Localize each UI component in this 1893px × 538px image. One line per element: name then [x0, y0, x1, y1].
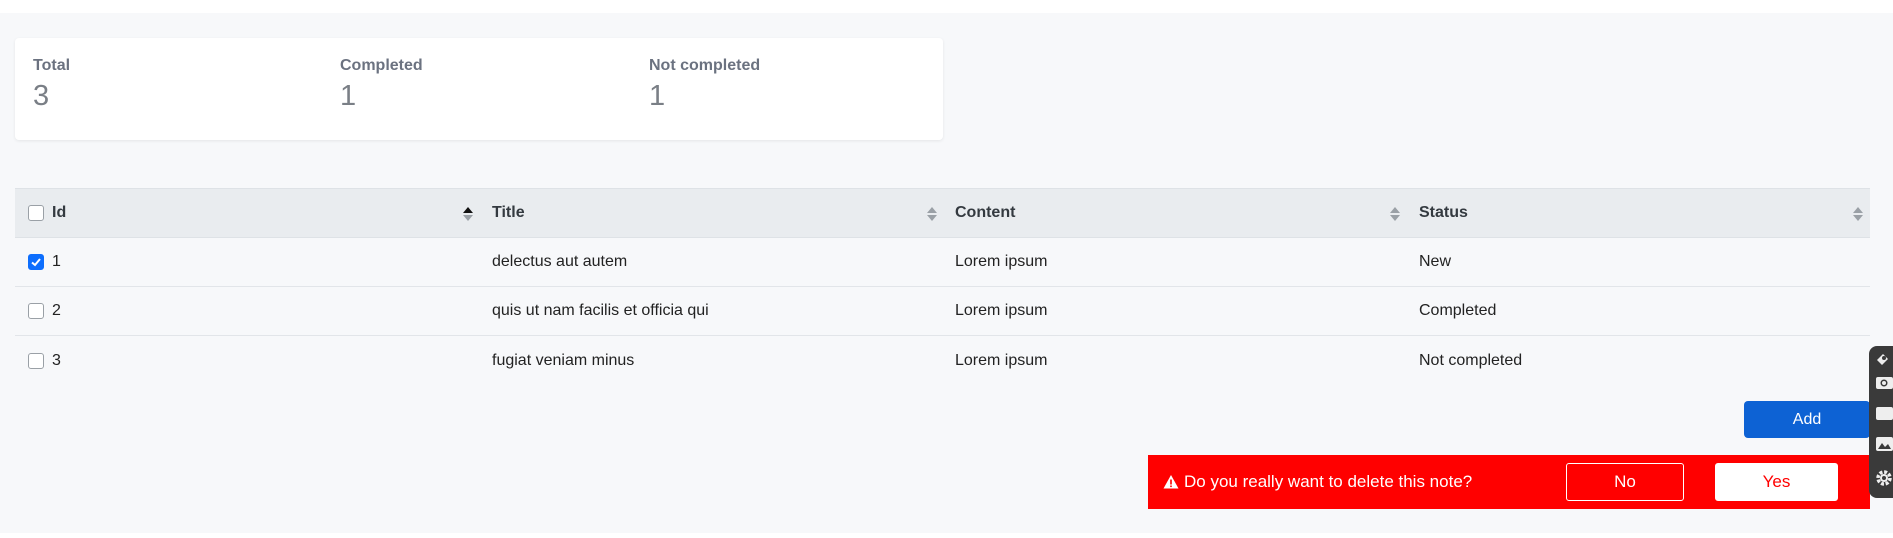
warning-icon	[1163, 475, 1179, 489]
header-title-label: Title	[492, 204, 525, 221]
table-row[interactable]: 3 fugiat veniam minus Lorem ipsum Not co…	[15, 336, 1870, 385]
sort-icon[interactable]	[1389, 205, 1401, 223]
row-title: fugiat veniam minus	[492, 351, 635, 369]
row-checkbox[interactable]	[28, 303, 44, 319]
confirm-no-button[interactable]: No	[1566, 463, 1684, 501]
stat-completed-value: 1	[340, 80, 357, 112]
add-button[interactable]: Add	[1744, 401, 1870, 438]
row-id-cell: 1	[28, 238, 61, 286]
row-id-cell: 3	[28, 336, 61, 385]
header-id-label: Id	[52, 204, 67, 221]
stat-not-completed-label: Not completed	[649, 57, 761, 74]
stat-not-completed-value: 1	[649, 80, 666, 112]
row-content: Lorem ipsum	[955, 351, 1048, 369]
row-status: New	[1419, 253, 1452, 270]
table-header: Id Title Content Status	[15, 188, 1870, 238]
row-id: 1	[52, 253, 61, 270]
stats-card: Total 3 Completed 1 Not completed 1	[15, 38, 943, 140]
page-content: Total 3 Completed 1 Not completed 1 Id T…	[0, 13, 1893, 533]
stat-total-label: Total	[33, 57, 71, 74]
row-status: Completed	[1419, 302, 1497, 319]
row-title: delectus aut autem	[492, 253, 628, 270]
row-status: Not completed	[1419, 351, 1523, 369]
side-toolbar	[1869, 346, 1893, 498]
sort-icon[interactable]	[926, 205, 938, 223]
row-checkbox[interactable]	[28, 352, 44, 369]
confirm-yes-button[interactable]: Yes	[1715, 463, 1838, 501]
camera-icon[interactable]	[1874, 372, 1893, 391]
confirm-message-text: Do you really want to delete this note?	[1184, 472, 1473, 491]
row-checkbox[interactable]	[28, 254, 44, 270]
header-content[interactable]: Content	[955, 189, 1015, 237]
stat-completed-label: Completed	[340, 57, 423, 74]
row-id: 2	[52, 302, 61, 319]
confirm-message: Do you really want to delete this note?	[1163, 455, 1472, 509]
check-icon	[31, 258, 41, 267]
header-status[interactable]: Status	[1419, 189, 1468, 237]
sort-icon[interactable]	[1852, 205, 1864, 223]
header-status-label: Status	[1419, 204, 1468, 221]
stat-total-value: 3	[33, 80, 50, 112]
image-icon[interactable]	[1874, 434, 1893, 453]
stat-not-completed: Not completed 1	[649, 57, 760, 113]
row-id: 3	[52, 351, 61, 369]
notes-table: Id Title Content Status 1 delectus aut a…	[15, 188, 1870, 385]
delete-confirm-banner: Do you really want to delete this note? …	[1148, 455, 1870, 509]
header-title[interactable]: Title	[492, 189, 525, 237]
header-content-label: Content	[955, 204, 1016, 221]
header-id[interactable]: Id	[28, 189, 66, 237]
row-content: Lorem ipsum	[955, 253, 1048, 270]
select-all-checkbox[interactable]	[28, 205, 44, 221]
row-id-cell: 2	[28, 287, 61, 335]
sort-asc-icon[interactable]	[462, 205, 474, 223]
table-row[interactable]: 2 quis ut nam facilis et officia qui Lor…	[15, 287, 1870, 336]
table-row[interactable]: 1 delectus aut autem Lorem ipsum New	[15, 238, 1870, 287]
pin-icon[interactable]	[1874, 350, 1893, 369]
row-title: quis ut nam facilis et officia qui	[492, 302, 709, 319]
stat-total: Total 3	[33, 57, 70, 113]
gear-icon[interactable]	[1874, 468, 1893, 487]
window-icon[interactable]	[1874, 404, 1893, 423]
row-content: Lorem ipsum	[955, 302, 1048, 319]
stat-completed: Completed 1	[340, 57, 423, 113]
